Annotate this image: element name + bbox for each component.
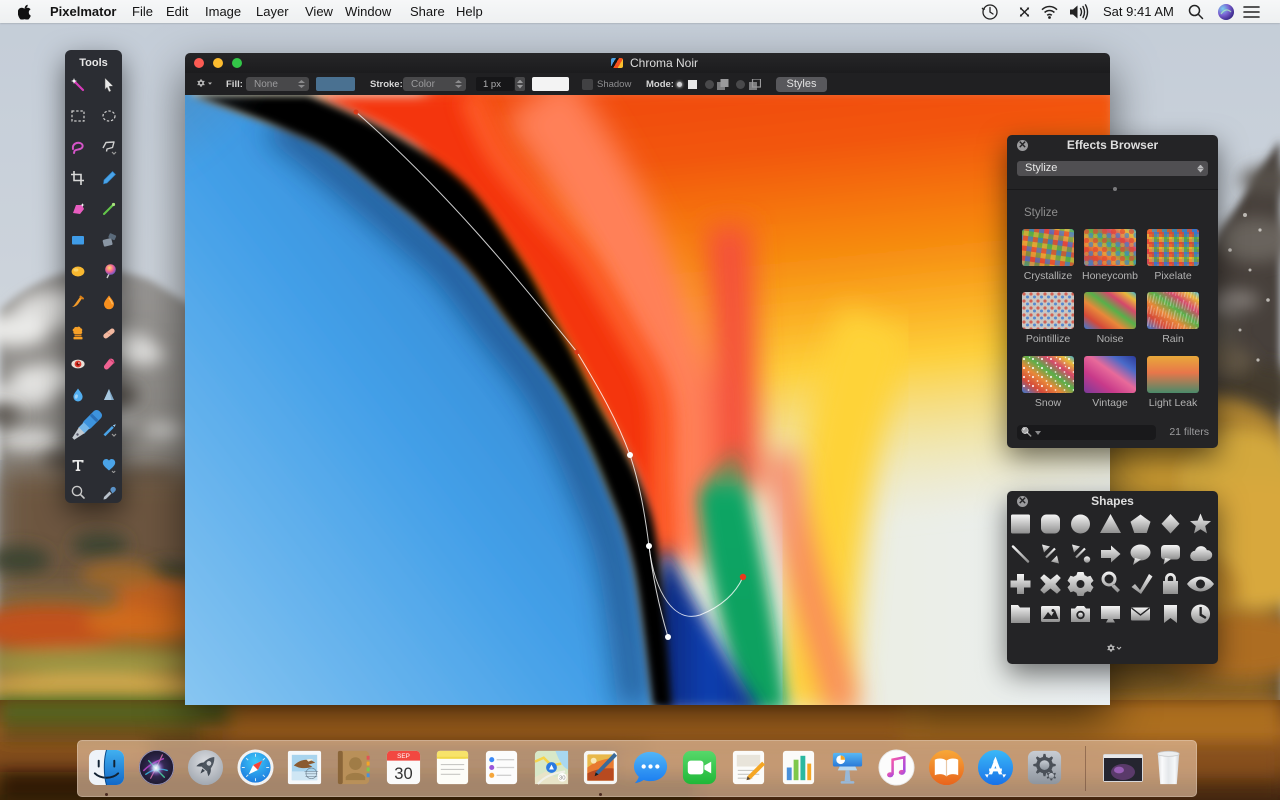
svg-text:30: 30 (394, 764, 412, 783)
svg-text:SEP: SEP (397, 753, 410, 760)
svg-text:30: 30 (559, 776, 566, 782)
